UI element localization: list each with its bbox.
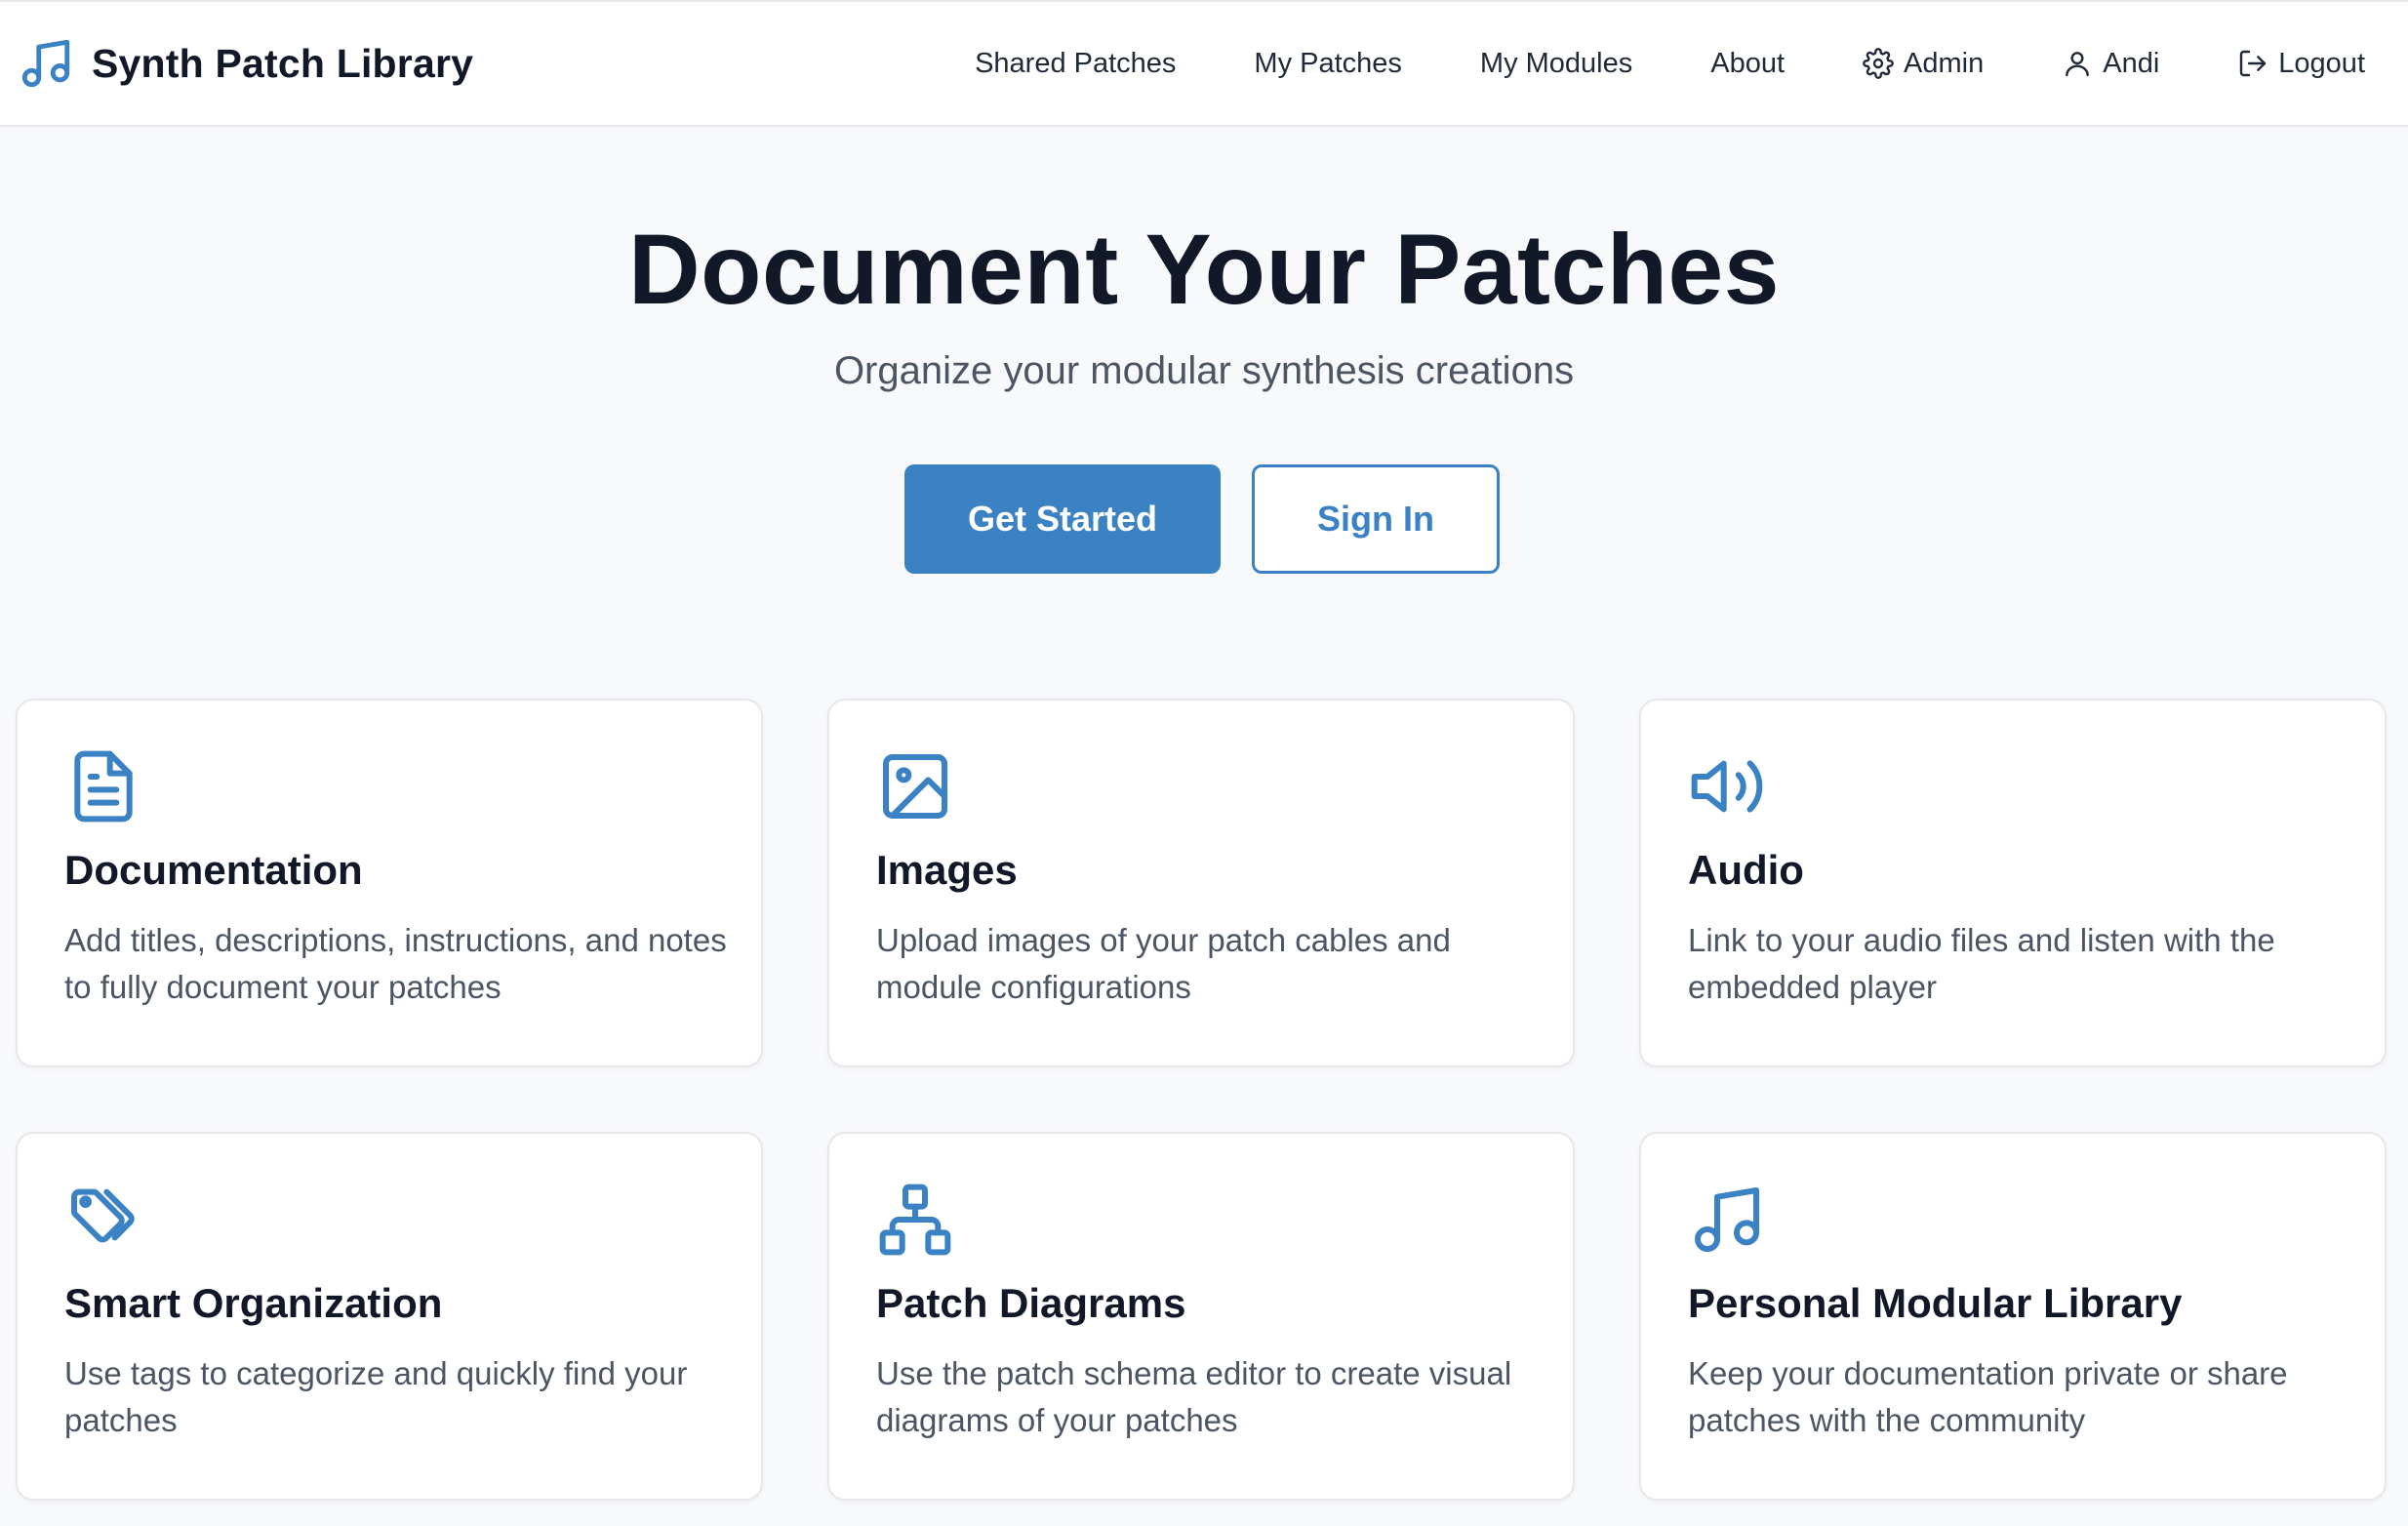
nav-user-label: Andi <box>2103 47 2160 79</box>
feature-title: Images <box>876 847 1018 893</box>
feature-text: Link to your audio files and listen with… <box>1688 922 2275 1005</box>
hero-subtitle: Organize your modular synthesis creation… <box>833 349 1575 392</box>
tags-icon <box>64 1181 142 1259</box>
sign-in-button[interactable]: Sign In <box>1252 464 1500 574</box>
get-started-button[interactable]: Get Started <box>904 464 1221 574</box>
feature-text: Keep your documentation private or share… <box>1688 1355 2288 1438</box>
music-note-icon <box>1688 1181 1766 1259</box>
nav-admin-label: Admin <box>1904 47 1985 79</box>
feature-text: Use tags to categorize and quickly find … <box>64 1355 688 1438</box>
navbar: Synth Patch Library Shared Patches My Pa… <box>0 0 2408 127</box>
music-note-icon <box>18 35 74 92</box>
feature-text: Upload images of your patch cables and m… <box>876 922 1451 1005</box>
nav-shared-patches[interactable]: Shared Patches <box>975 48 1176 80</box>
feature-card-patch-diagrams: Patch Diagrams Use the patch schema edit… <box>827 1132 1575 1501</box>
nav-my-modules[interactable]: My Modules <box>1480 48 1632 80</box>
feature-card-images: Images Upload images of your patch cable… <box>827 699 1575 1067</box>
nav-my-patches-label: My Patches <box>1254 47 1402 79</box>
nav-my-modules-label: My Modules <box>1479 47 1633 79</box>
feature-title: Audio <box>1688 847 1804 893</box>
feature-card-documentation: Documentation Add titles, descriptions, … <box>16 699 763 1067</box>
nav-user[interactable]: Andi <box>2062 48 2159 80</box>
document-icon <box>64 747 142 825</box>
logout-icon <box>2237 48 2268 79</box>
feature-card-audio: Audio Link to your audio files and liste… <box>1639 699 2387 1067</box>
nav-links: Shared Patches My Patches My Modules Abo… <box>897 2 2365 125</box>
nav-my-patches[interactable]: My Patches <box>1254 48 1402 80</box>
nav-logout-label: Logout <box>2278 47 2365 79</box>
brand-link[interactable]: Synth Patch Library <box>18 35 473 92</box>
feature-title: Patch Diagrams <box>876 1280 1186 1326</box>
feature-text: Add titles, descriptions, instructions, … <box>64 922 727 1005</box>
feature-card-smart-organization: Smart Organization Use tags to categoriz… <box>16 1132 763 1501</box>
brand-title: Synth Patch Library <box>92 40 474 86</box>
feature-title: Smart Organization <box>64 1280 443 1326</box>
nav-logout[interactable]: Logout <box>2237 48 2365 80</box>
image-icon <box>876 747 954 825</box>
gear-icon <box>1863 48 1894 79</box>
nav-about-label: About <box>1710 47 1786 79</box>
hero-title: Document Your Patches <box>627 214 1780 325</box>
feature-title: Personal Modular Library <box>1688 1280 2183 1326</box>
nav-about[interactable]: About <box>1710 48 1785 80</box>
feature-text: Use the patch schema editor to create vi… <box>876 1355 1512 1438</box>
nav-shared-patches-label: Shared Patches <box>975 47 1177 79</box>
feature-title: Documentation <box>64 847 363 893</box>
feature-card-personal-modular-library: Personal Modular Library Keep your docum… <box>1639 1132 2387 1501</box>
diagram-icon <box>876 1181 954 1259</box>
user-icon <box>2062 48 2093 79</box>
speaker-icon <box>1688 747 1766 825</box>
nav-admin[interactable]: Admin <box>1863 48 1984 80</box>
